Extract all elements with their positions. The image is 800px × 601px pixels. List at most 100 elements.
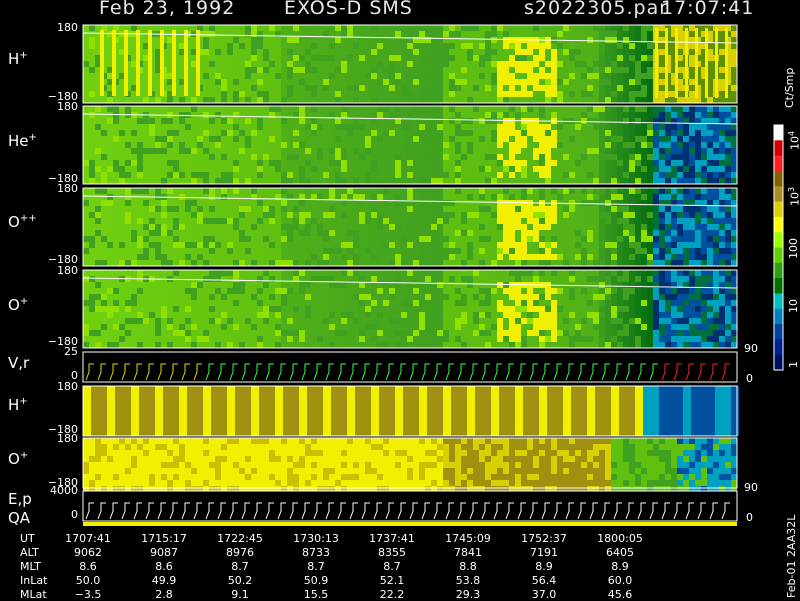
spectrogram-cell bbox=[179, 124, 185, 130]
spectrogram-cell bbox=[245, 97, 251, 103]
stripe bbox=[172, 30, 176, 96]
spectrogram-cell bbox=[269, 248, 275, 254]
spectrogram-cell bbox=[539, 43, 545, 49]
spectrogram-cell bbox=[419, 212, 425, 218]
spectrogram-cell bbox=[227, 172, 233, 178]
spectrogram-cell bbox=[347, 288, 353, 294]
spectrogram-cell bbox=[83, 270, 89, 276]
spectrogram-cell bbox=[209, 342, 215, 348]
spectrogram-cell bbox=[269, 218, 275, 224]
spectrogram-cell bbox=[407, 218, 413, 224]
spectrogram-cell bbox=[425, 55, 431, 61]
spectrogram-cell bbox=[341, 312, 347, 318]
spectrogram-cell bbox=[527, 124, 533, 130]
spectrogram-cell bbox=[419, 97, 425, 103]
spectrogram-cell bbox=[233, 242, 239, 248]
spectrogram-cell bbox=[257, 324, 263, 330]
spectrogram-cell bbox=[245, 306, 251, 312]
spectrogram-cell bbox=[401, 212, 407, 218]
spectrogram-cell bbox=[131, 324, 137, 330]
spectrogram-cell bbox=[173, 288, 179, 294]
spectrogram-cell bbox=[365, 97, 371, 103]
spectrogram-cell bbox=[281, 200, 287, 206]
spectrogram-cell bbox=[329, 49, 335, 55]
spectrogram-cell bbox=[317, 136, 323, 142]
spectrogram-cell bbox=[281, 166, 287, 172]
spectrogram-cell bbox=[527, 254, 533, 260]
spectrogram-cell bbox=[527, 91, 533, 97]
spectrogram-cell bbox=[161, 106, 167, 112]
spectrogram-cell bbox=[101, 254, 107, 260]
spectrogram-cell bbox=[167, 312, 173, 318]
spectrogram-cell bbox=[287, 91, 293, 97]
spectrogram-cell bbox=[371, 67, 377, 73]
spectrogram-cell bbox=[461, 55, 467, 61]
spectrogram-cell bbox=[635, 212, 641, 218]
spectrogram-cell bbox=[377, 148, 383, 154]
spectrogram-cell bbox=[515, 25, 521, 31]
spectrogram-cell bbox=[713, 178, 719, 184]
spectrogram-cell bbox=[443, 178, 449, 184]
spectrogram-cell bbox=[437, 106, 443, 112]
spectrogram-cell bbox=[311, 166, 317, 172]
spectrogram-cell bbox=[437, 130, 443, 136]
spectrogram-cell bbox=[395, 85, 401, 91]
spectrogram-cell bbox=[287, 142, 293, 148]
spectrogram-cell bbox=[605, 148, 611, 154]
spectrogram-cell bbox=[671, 124, 677, 130]
spectrogram-cell bbox=[347, 276, 353, 282]
spectrogram-cell bbox=[545, 67, 551, 73]
spectrogram-cell bbox=[245, 112, 251, 118]
spectrogram-cell bbox=[641, 25, 647, 31]
spectrogram-cell bbox=[569, 85, 575, 91]
spectrogram-cell bbox=[377, 188, 383, 194]
spectrogram-cell bbox=[389, 67, 395, 73]
spectrogram-cell bbox=[335, 130, 341, 136]
spectrogram-cell bbox=[191, 282, 197, 288]
spectrogram-cell bbox=[443, 85, 449, 91]
spectrogram-cell bbox=[485, 166, 491, 172]
spectrogram-cell bbox=[215, 130, 221, 136]
spectrogram-cell bbox=[671, 248, 677, 254]
spectrogram-cell bbox=[389, 294, 395, 300]
spectrogram-cell bbox=[101, 336, 107, 342]
spectrogram-cell bbox=[647, 106, 653, 112]
spectrogram-cell bbox=[503, 236, 509, 242]
spectrogram-cell bbox=[503, 206, 509, 212]
spectrogram-cell bbox=[623, 200, 629, 206]
spectrogram-cell bbox=[221, 306, 227, 312]
spectrogram-cell bbox=[599, 37, 605, 43]
spectrogram-cell bbox=[125, 242, 131, 248]
spectrogram-cell bbox=[413, 276, 419, 282]
spectrogram-cell bbox=[647, 79, 653, 85]
spectrogram-cell bbox=[173, 254, 179, 260]
spectrogram-cell bbox=[539, 224, 545, 230]
stripe bbox=[725, 28, 728, 98]
spectrogram-cell bbox=[245, 194, 251, 200]
spectrogram-cell bbox=[353, 276, 359, 282]
spectrogram-cell bbox=[419, 67, 425, 73]
spectrogram-cell bbox=[731, 194, 737, 200]
spectrogram-cell bbox=[521, 67, 527, 73]
spectrogram-cell bbox=[389, 242, 395, 248]
spectrogram-cell bbox=[131, 248, 137, 254]
spectrogram-cell bbox=[419, 61, 425, 67]
spectrogram-cell bbox=[227, 282, 233, 288]
spectrogram-cell bbox=[395, 188, 401, 194]
spectrogram-cell bbox=[191, 172, 197, 178]
spectrogram-cell bbox=[119, 300, 125, 306]
spectrogram-cell bbox=[437, 142, 443, 148]
spectrogram-cell bbox=[491, 172, 497, 178]
spectrogram-cell bbox=[299, 124, 305, 130]
spectrogram-cell bbox=[575, 106, 581, 112]
spectrogram-cell bbox=[695, 112, 701, 118]
spectrogram-cell bbox=[617, 236, 623, 242]
spectrogram-cell bbox=[257, 288, 263, 294]
spectrogram-cell bbox=[539, 148, 545, 154]
spectrogram-cell bbox=[89, 124, 95, 130]
spectrogram-cell bbox=[551, 194, 557, 200]
spectrogram-cell bbox=[371, 312, 377, 318]
spectrogram-cell bbox=[167, 324, 173, 330]
spectrogram-cell bbox=[455, 148, 461, 154]
spectrogram-cell bbox=[329, 124, 335, 130]
